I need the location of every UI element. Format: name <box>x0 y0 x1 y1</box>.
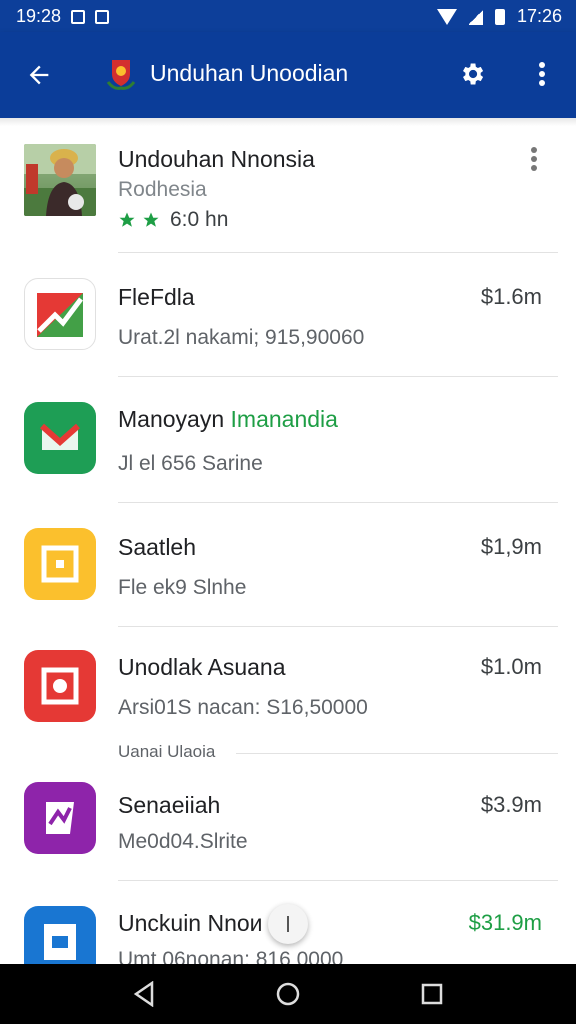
status-bar: 19:28 17:26 <box>0 0 576 32</box>
arrow-back-icon <box>29 65 49 85</box>
square-frame-icon <box>24 528 96 600</box>
divider <box>118 252 558 253</box>
status-right: 17:26 <box>436 6 562 27</box>
wifi-icon <box>436 8 457 25</box>
divider <box>118 502 558 503</box>
back-button[interactable] <box>18 54 60 96</box>
document-icon <box>24 906 96 964</box>
item-subtitle: Jl el 656 Sarine <box>118 452 263 475</box>
item-price: $1.0m <box>480 654 542 679</box>
item-title: Unckuin Nnoᴎ <box>118 910 263 936</box>
status-time: 19:28 <box>16 6 62 26</box>
section-divider <box>236 753 558 754</box>
item-subtitle: Me0d04.Slrite <box>118 830 248 853</box>
battery-icon <box>494 8 505 25</box>
list-item[interactable]: Unodlak Asuana Arsi01S nacan: S16,50000 … <box>0 642 576 742</box>
item-title: FleFdla <box>118 284 195 310</box>
featured-title: Undouhan Nnonsia <box>118 146 315 172</box>
chart-icon <box>24 278 96 350</box>
nav-back-button[interactable] <box>126 978 162 1010</box>
system-nav-bar <box>0 964 576 1024</box>
divider <box>118 376 558 377</box>
item-subtitle: Fle ek9 Slnhe <box>118 576 247 599</box>
item-title: Unodlak Asuana <box>118 654 286 680</box>
item-title: Saatleh <box>118 534 197 560</box>
item-subtitle: Arsi01S nacan: S16,50000 <box>118 696 368 719</box>
notification-icon <box>71 9 86 24</box>
app-bar: Unduhan Unoodian <box>0 32 576 118</box>
list-item[interactable]: Saatleh Fle ek9 Slnhe $1,9m <box>0 520 576 626</box>
item-subtitle: Umt 06nonan: 816 0000 <box>118 948 344 964</box>
star-icon <box>143 212 159 227</box>
item-title: Senaeiiah <box>118 792 221 818</box>
gear-icon <box>463 63 484 85</box>
list-item-featured[interactable]: Undouhan Nnonsia Rodhesia 6:0 hn <box>0 138 576 254</box>
star-icon <box>119 212 135 227</box>
featured-subtitle: Rodhesia <box>118 178 207 201</box>
status-clock: 17:26 <box>516 6 562 26</box>
gmail-like-icon <box>24 402 96 474</box>
app-title: Unduhan Unoodian <box>150 60 349 86</box>
nav-recents-button[interactable] <box>414 978 450 1010</box>
divider <box>118 626 558 627</box>
item-price: $3.9m <box>480 792 542 817</box>
settings-button[interactable] <box>452 54 492 94</box>
item-price: $1,9m <box>480 534 542 559</box>
section-label: Uanai Ulaoia <box>118 742 216 761</box>
scroll-handle[interactable] <box>268 904 308 944</box>
item-price: $1.6m <box>480 284 542 309</box>
scroll-grip-icon <box>287 916 289 932</box>
content-list[interactable]: Undouhan Nnonsia Rodhesia 6:0 hn FleFdla… <box>0 118 576 964</box>
divider <box>118 880 558 881</box>
item-price: $31.9m <box>468 910 542 935</box>
person-photo-icon <box>24 144 96 216</box>
circle-home-icon <box>276 982 300 1006</box>
more-options-button[interactable] <box>524 54 560 94</box>
more-vert-icon <box>539 62 545 86</box>
flag-icon <box>24 782 96 854</box>
featured-meta: 6:0 hn <box>170 208 229 231</box>
featured-rating: 6:0 hn <box>118 208 228 232</box>
nav-home-button[interactable] <box>270 978 306 1010</box>
item-more-button[interactable] <box>530 146 550 180</box>
item-title-accent: Imanandia <box>230 406 338 432</box>
item-title: Manoyayn Imanandia <box>118 406 338 433</box>
status-left: 19:28 <box>16 6 110 27</box>
list-item[interactable]: Senaeiiah Me0d04.Slrite $3.9m <box>0 774 576 878</box>
camera-icon <box>24 650 96 722</box>
triangle-back-icon <box>133 981 154 1007</box>
list-item[interactable]: Manoyayn Imanandia Jl el 656 Sarine <box>0 394 576 502</box>
more-vert-icon <box>531 147 537 171</box>
signal-icon <box>468 8 483 25</box>
item-subtitle: Urat.2l nakami; 915,90060 <box>118 326 365 349</box>
square-recents-icon <box>421 983 443 1005</box>
list-item[interactable]: FleFdla Urat.2l nakami; 915,90060 $1.6m <box>0 270 576 376</box>
photo-notification-icon <box>95 9 110 24</box>
item-title-main: Manoyayn <box>118 406 225 432</box>
app-logo-icon <box>106 56 136 90</box>
